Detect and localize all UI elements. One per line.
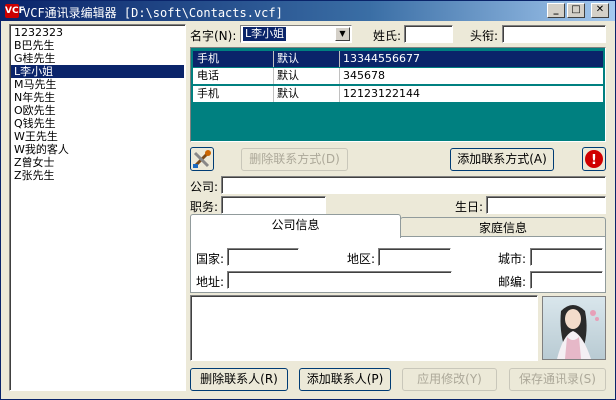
contact-list-item[interactable]: Z张先生	[11, 169, 184, 182]
contact-list-item[interactable]: 1232323	[11, 26, 184, 39]
contact-method-row[interactable]: 手机 默认 12123122144	[193, 86, 603, 102]
method-type: 手机	[197, 52, 219, 65]
column-divider	[339, 51, 340, 67]
contact-list-item[interactable]: Z曾女士	[11, 156, 184, 169]
minimize-button[interactable]: _	[547, 3, 565, 18]
surname-label: 姓氏:	[373, 29, 402, 43]
postcode-label: 邮编:	[498, 275, 527, 289]
method-default: 默认	[277, 52, 299, 65]
method-number: 13344556677	[343, 52, 420, 65]
name-combobox-value: L李小姐	[243, 27, 287, 41]
contact-method-list[interactable]: 手机 默认 13344556677 电话 默认 345678 手机 默认 121…	[190, 47, 606, 142]
column-divider	[273, 86, 274, 102]
app-window: VCF VCF通讯录编辑器 [D:\soft\Contacts.vcf] _ □…	[0, 0, 616, 400]
contact-list-item[interactable]: N年先生	[11, 91, 184, 104]
add-contact-button[interactable]: 添加联系人(P)	[299, 368, 391, 391]
method-type: 手机	[197, 87, 219, 100]
title-bar[interactable]: VCF VCF通讯录编辑器 [D:\soft\Contacts.vcf] _ □…	[1, 1, 615, 21]
method-default: 默认	[277, 87, 299, 100]
column-divider	[339, 68, 340, 84]
birthday-label: 生日:	[455, 200, 484, 214]
tab-company-info[interactable]: 公司信息	[190, 214, 401, 238]
postcode-input[interactable]	[530, 271, 603, 289]
method-number: 345678	[343, 69, 385, 82]
title-input[interactable]	[502, 25, 606, 43]
delete-contact-method-button[interactable]: 删除联系方式(D)	[241, 148, 348, 171]
company-label: 公司:	[190, 180, 219, 194]
add-contact-method-button[interactable]: 添加联系方式(A)	[450, 148, 554, 171]
name-combobox[interactable]: L李小姐 ▼	[240, 25, 352, 43]
tools-icon[interactable]	[190, 147, 214, 171]
contact-list-item[interactable]: Q钱先生	[11, 117, 184, 130]
city-label: 城市:	[498, 252, 527, 266]
surname-input[interactable]	[404, 25, 453, 43]
address-input[interactable]	[227, 271, 452, 289]
contact-method-row[interactable]: 电话 默认 345678	[193, 68, 603, 84]
window-title: VCF通讯录编辑器 [D:\soft\Contacts.vcf]	[23, 6, 283, 20]
name-label: 名字(N):	[190, 29, 237, 43]
contact-list-item[interactable]: M马先生	[11, 78, 184, 91]
method-number: 12123122144	[343, 87, 420, 100]
app-icon: VCF	[5, 4, 25, 18]
country-input[interactable]	[227, 248, 299, 266]
title-label: 头衔:	[470, 29, 499, 43]
country-label: 国家:	[196, 252, 225, 266]
address-label: 地址:	[196, 275, 225, 289]
close-button[interactable]: ✕	[591, 3, 609, 18]
method-default: 默认	[277, 69, 299, 82]
contact-list-item[interactable]: L李小姐	[11, 65, 184, 78]
region-input[interactable]	[378, 248, 451, 266]
city-input[interactable]	[530, 248, 603, 266]
region-label: 地区:	[347, 252, 376, 266]
notes-textarea[interactable]	[190, 295, 538, 361]
column-divider	[273, 68, 274, 84]
alert-glyph: !	[591, 153, 597, 168]
column-divider	[339, 86, 340, 102]
position-input[interactable]	[221, 196, 326, 214]
contact-list-item[interactable]: O欧先生	[11, 104, 184, 117]
contact-list-item[interactable]: B巴先生	[11, 39, 184, 52]
company-input[interactable]	[221, 176, 606, 194]
chevron-down-icon[interactable]: ▼	[335, 27, 350, 41]
contact-method-row[interactable]: 手机 默认 13344556677	[193, 51, 603, 67]
contact-list-item[interactable]: W我的客人	[11, 143, 184, 156]
contact-photo[interactable]	[542, 296, 606, 360]
birthday-input[interactable]	[486, 196, 606, 214]
position-label: 职务:	[190, 200, 219, 214]
delete-contact-button[interactable]: 删除联系人(R)	[190, 368, 288, 391]
method-type: 电话	[197, 69, 219, 82]
apply-changes-button[interactable]: 应用修改(Y)	[402, 368, 497, 391]
alert-icon[interactable]: !	[582, 147, 606, 171]
contact-list-item[interactable]: G桂先生	[11, 52, 184, 65]
contact-list-item[interactable]: W王先生	[11, 130, 184, 143]
column-divider	[273, 51, 274, 67]
save-contacts-button[interactable]: 保存通讯录(S)	[509, 368, 606, 391]
maximize-button[interactable]: □	[567, 3, 585, 18]
contact-list[interactable]: 1232323 B巴先生 G桂先生 L李小姐 M马先生 N年先生 O欧先生 Q钱先生 W王先生 W…	[9, 24, 186, 391]
